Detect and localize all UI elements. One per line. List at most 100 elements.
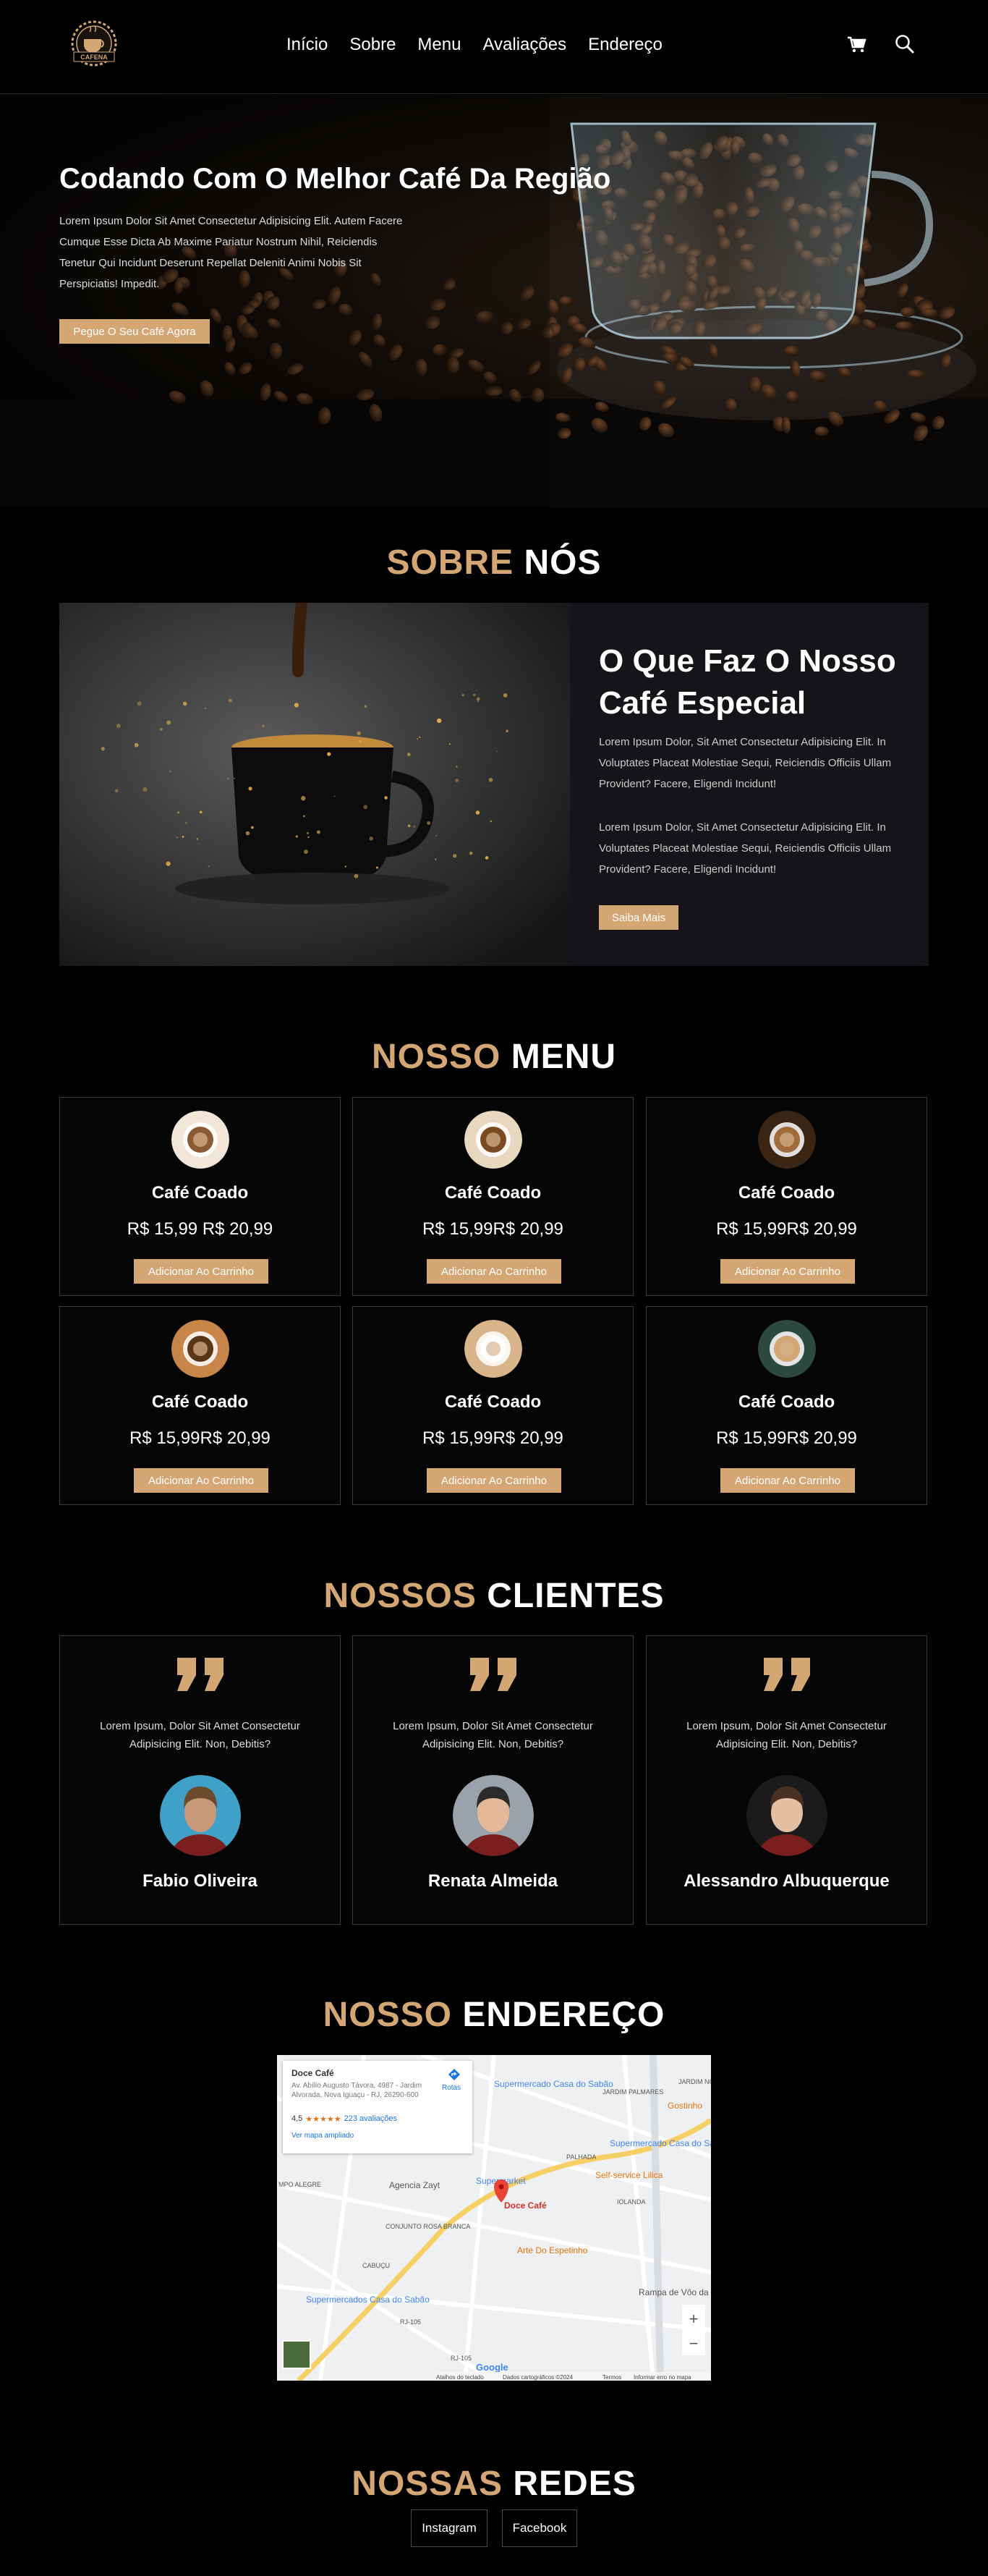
map-footer-shortcuts[interactable]: Atalhos do teclado: [436, 2374, 484, 2381]
menu-item-name: Café Coado: [444, 1392, 542, 1412]
coffee-bean: [896, 283, 908, 298]
facebook-link[interactable]: Facebook: [502, 2509, 577, 2547]
splash-droplet: [101, 747, 105, 751]
testimonial-card: Lorem Ipsum, Dolor Sit Amet Consectetur …: [352, 1635, 634, 1925]
splash-droplet: [384, 796, 388, 800]
splash-droplet: [316, 830, 320, 834]
directions-icon[interactable]: [448, 2068, 461, 2081]
search-icon[interactable]: [893, 32, 917, 56]
menu-item-name: Café Coado: [151, 1183, 249, 1203]
title-accent: NOSSO: [323, 1996, 452, 2034]
splash-droplet: [177, 811, 179, 814]
quote-icon: [470, 1658, 516, 1691]
map-zoom-in-button[interactable]: +: [689, 2310, 699, 2328]
hero-title: Codando Com O Melhor Café Da Região: [59, 163, 611, 195]
nav-inicio[interactable]: Início: [286, 35, 328, 55]
splash-droplet: [435, 858, 437, 860]
hero-section: Codando Com O Melhor Café Da Região Lore…: [0, 95, 988, 507]
splash-droplet: [503, 693, 508, 698]
title-rest: ENDEREÇO: [462, 1996, 665, 2034]
about-more-button[interactable]: Saiba Mais: [599, 905, 678, 930]
map-label: Arte Do Espetinho: [517, 2245, 588, 2255]
map-label: Self-service Lilica: [595, 2170, 663, 2180]
map-label: JARDIM NOVA B: [678, 2078, 711, 2085]
instagram-link[interactable]: Instagram: [411, 2509, 487, 2547]
about-heading: O Que Faz O Nosso Café Especial: [599, 643, 896, 721]
menu-item-price: R$ 15,99 R$ 20,99: [127, 1219, 273, 1239]
splash-droplet: [406, 753, 411, 757]
splash-droplet: [199, 810, 203, 814]
splash-droplet: [354, 873, 359, 878]
larger-map-link[interactable]: Ver mapa ampliado: [291, 2132, 354, 2140]
hero-cta-button[interactable]: Pegue O Seu Café Agora: [59, 319, 210, 344]
map-zoom-out-button[interactable]: −: [689, 2334, 699, 2352]
reviews-link[interactable]: 223 avaliações: [344, 2114, 397, 2124]
splash-droplet: [169, 770, 171, 773]
map-label: Supermercado Casa do Sabão: [610, 2138, 711, 2148]
coffee-bean: [938, 305, 955, 319]
splash-droplet: [142, 787, 148, 792]
testimonial-text: Lorem Ipsum, Dolor Sit Amet Consectetur …: [686, 1720, 887, 1750]
location-map[interactable]: Supermercado Casa do Sabão JARDIM PALMAR…: [277, 2055, 711, 2381]
map-label: CABUÇU: [362, 2262, 390, 2269]
map-footer-data: Dados cartográficos ©2024: [503, 2374, 574, 2381]
splash-droplet: [226, 777, 229, 780]
cart-icon[interactable]: [845, 32, 869, 56]
splash-droplet: [114, 789, 119, 793]
cafena-logo[interactable]: CAFENA: [59, 17, 129, 75]
add-to-cart-button[interactable]: Adicionar Ao Carrinho: [134, 1259, 268, 1284]
splash-droplet: [363, 805, 368, 810]
menu-item-name: Café Coado: [444, 1183, 542, 1203]
coffee-cup-image: [464, 1320, 522, 1378]
map-footer-report[interactable]: Informar erro no mapa: [634, 2374, 691, 2381]
nav-endereco[interactable]: Endereço: [588, 35, 663, 55]
title-rest: MENU: [511, 1038, 617, 1076]
client-name: Alessandro Albuquerque: [683, 1871, 890, 1891]
coffee-cup-image: [171, 1320, 229, 1378]
address-section-title: NOSSO ENDEREÇO: [0, 1995, 988, 2035]
add-to-cart-button[interactable]: Adicionar Ao Carrinho: [427, 1259, 561, 1284]
client-avatar: [453, 1775, 534, 1856]
splash-droplet: [159, 727, 163, 731]
splash-droplet: [375, 866, 379, 869]
add-to-cart-button[interactable]: Adicionar Ao Carrinho: [427, 1468, 561, 1493]
main-nav: Início Sobre Menu Avaliações Endereço: [286, 35, 663, 55]
add-to-cart-button[interactable]: Adicionar Ao Carrinho: [720, 1468, 855, 1493]
menu-item-price: R$ 15,99R$ 20,99: [129, 1428, 271, 1448]
splash-droplet: [176, 836, 178, 839]
splash-droplet: [301, 796, 306, 801]
splash-droplet: [359, 740, 362, 743]
splash-droplet: [453, 854, 457, 858]
splash-droplet: [435, 835, 438, 837]
splash-droplet: [137, 701, 142, 706]
add-to-cart-button[interactable]: Adicionar Ao Carrinho: [134, 1468, 268, 1493]
nav-sobre[interactable]: Sobre: [349, 35, 396, 55]
title-rest: REDES: [513, 2465, 636, 2503]
map-satellite-toggle[interactable]: [282, 2340, 311, 2369]
map-label: IOLANDA: [617, 2198, 646, 2206]
splash-droplet: [357, 731, 361, 736]
nav-avaliacoes[interactable]: Avaliações: [482, 35, 566, 55]
map-label: JARDIM PALMARES: [602, 2088, 663, 2096]
splash-droplet: [473, 693, 476, 697]
add-to-cart-button[interactable]: Adicionar Ao Carrinho: [720, 1259, 855, 1284]
nav-menu[interactable]: Menu: [417, 35, 461, 55]
splash-droplet: [166, 720, 171, 725]
title-rest: NÓS: [524, 543, 602, 582]
menu-item-price: R$ 15,99R$ 20,99: [716, 1428, 857, 1448]
menu-item-price: R$ 15,99R$ 20,99: [716, 1219, 857, 1239]
directions-label[interactable]: Rotas: [442, 2084, 461, 2092]
splash-droplet: [196, 838, 199, 840]
hero-text: Lorem Ipsum Dolor Sit Amet Consectetur A…: [59, 215, 403, 290]
splash-droplet: [407, 824, 411, 828]
coffee-beans-cup-image: [0, 95, 988, 507]
splash-droplet: [262, 724, 265, 728]
splash-droplet: [248, 787, 252, 791]
splash-droplet: [294, 703, 299, 708]
map-label: Agencia Zayt: [389, 2180, 440, 2190]
map-footer-terms[interactable]: Termos: [602, 2374, 621, 2381]
testimonial-text: Lorem Ipsum, Dolor Sit Amet Consectetur …: [393, 1720, 593, 1750]
splash-droplet: [364, 705, 367, 708]
client-name: Fabio Oliveira: [142, 1871, 257, 1891]
google-logo: Google: [476, 2362, 508, 2373]
